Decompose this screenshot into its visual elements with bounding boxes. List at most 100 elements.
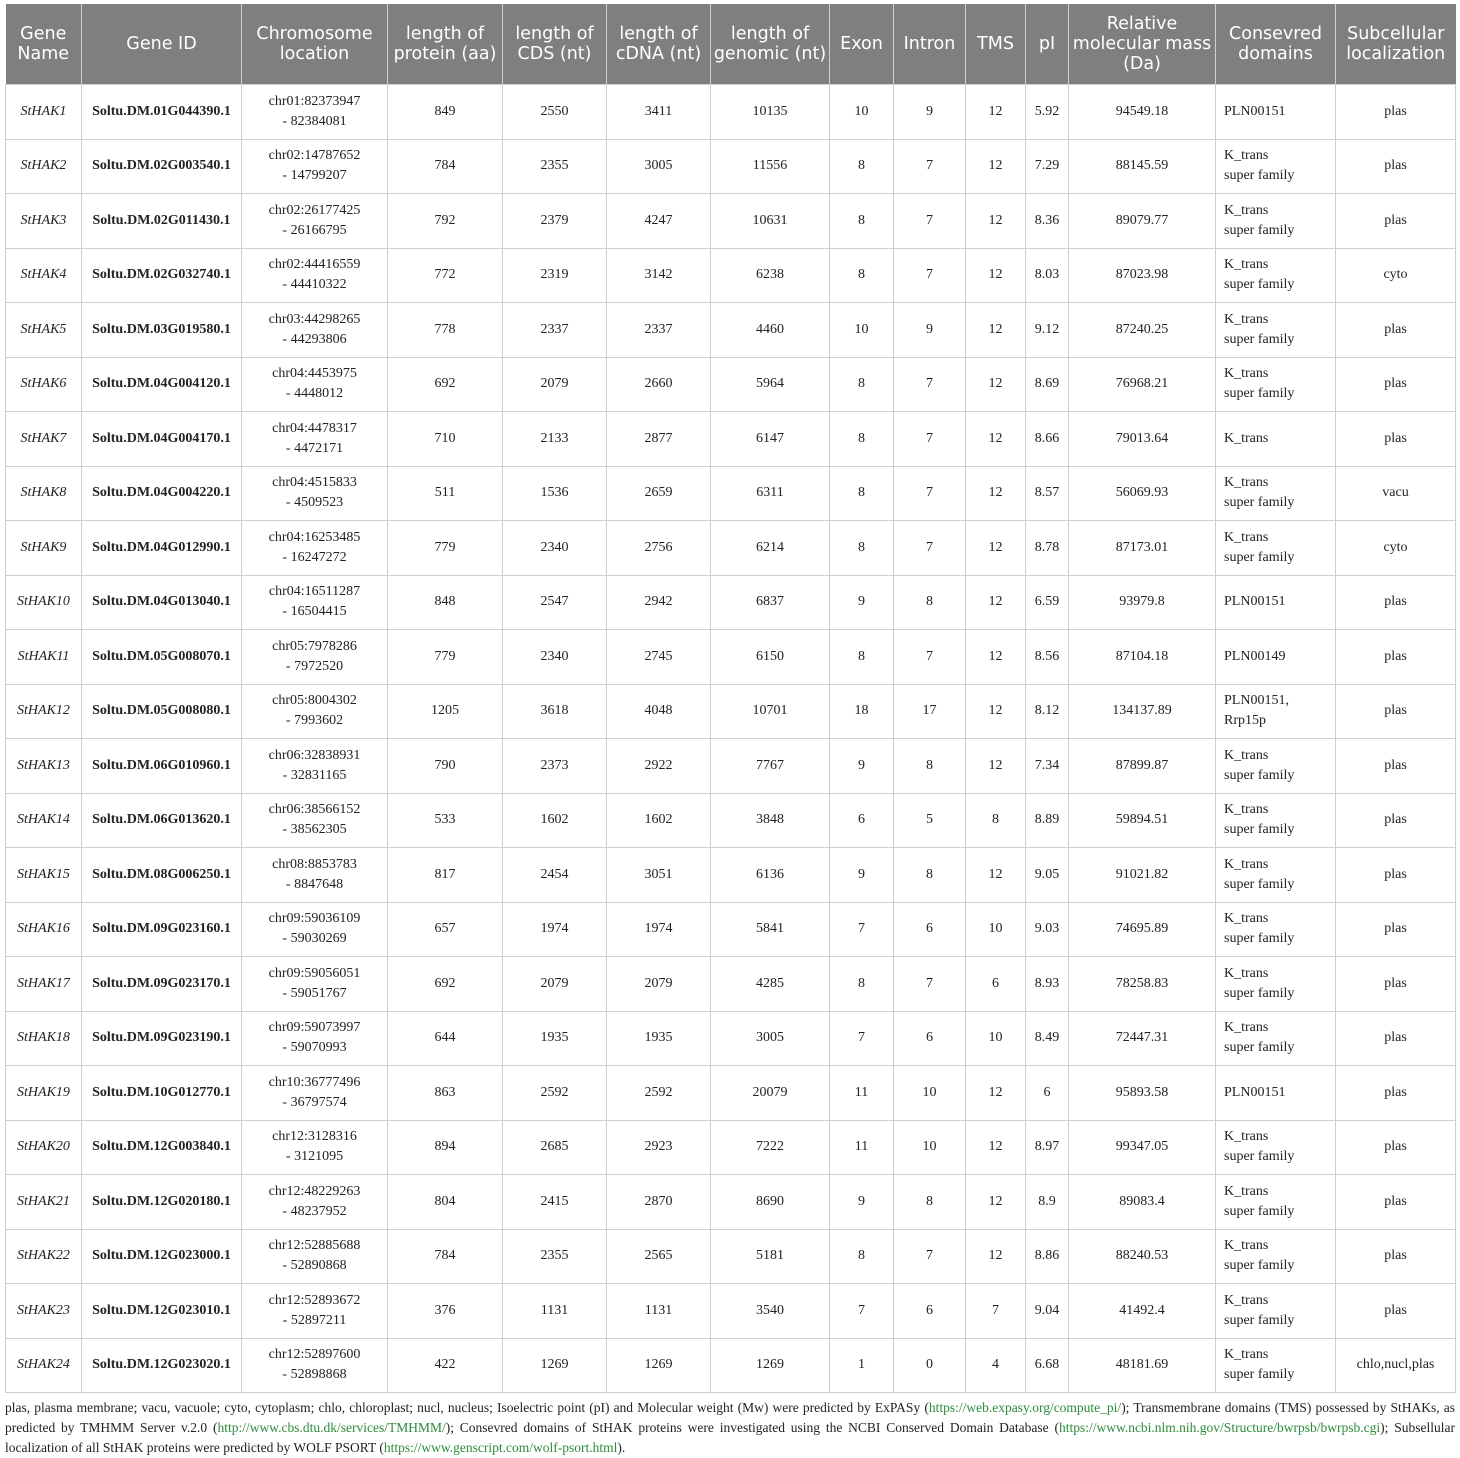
cell-gene-id: Soltu.DM.09G023190.1 bbox=[81, 1010, 242, 1066]
cell-length-protein: 511 bbox=[387, 465, 503, 521]
cell-chromosome-location-line-2: - 52898868 bbox=[282, 1367, 347, 1383]
cell-pi: 9.05 bbox=[1025, 847, 1069, 903]
cell-conserved-domains: PLN00151 bbox=[1215, 574, 1336, 630]
cell-subcellular-localization: plas bbox=[1335, 792, 1456, 848]
cell-tms: 4 bbox=[965, 1337, 1026, 1393]
cell-conserved-domains: K_trans super family bbox=[1215, 792, 1336, 848]
cell-length-cds: 1131 bbox=[502, 1283, 607, 1339]
cell-length-protein: 422 bbox=[387, 1337, 503, 1393]
cell-pi: 8.69 bbox=[1025, 356, 1069, 412]
table-footnote: plas, plasma membrane; vacu, vacuole; cy… bbox=[5, 1398, 1455, 1458]
cell-length-cdna: 1131 bbox=[606, 1283, 711, 1339]
cell-gene-id: Soltu.DM.12G023000.1 bbox=[81, 1228, 242, 1284]
table-row: StHAK15 Soltu.DM.08G006250.1 chr08:8853783… bbox=[5, 847, 1456, 903]
cell-pi: 6 bbox=[1025, 1065, 1069, 1121]
cell-length-cdna: 4048 bbox=[606, 683, 711, 739]
cell-chromosome-location-line-2: - 38562305 bbox=[282, 822, 347, 838]
cell-tms: 12 bbox=[965, 411, 1026, 467]
expasy-link[interactable]: https://web.expasy.org/compute_pi/ bbox=[929, 1400, 1121, 1415]
cell-gene-id: Soltu.DM.12G023010.1 bbox=[81, 1283, 242, 1339]
cell-subcellular-localization: plas bbox=[1335, 683, 1456, 739]
table-row: StHAK3 Soltu.DM.02G011430.1 chr02:26177425… bbox=[5, 193, 1456, 249]
cell-length-protein: 657 bbox=[387, 901, 503, 957]
cell-chromosome-location: chr10:36777496 - 36797574 bbox=[241, 1065, 388, 1121]
cell-conserved-domains-line-1: PLN00149 bbox=[1224, 648, 1286, 664]
cell-molecular-mass: 89079.77 bbox=[1068, 193, 1216, 249]
cell-conserved-domains: PLN00151 bbox=[1215, 1065, 1336, 1121]
cell-gene-name: StHAK8 bbox=[5, 465, 82, 521]
cell-conserved-domains-line-2: super family bbox=[1224, 1258, 1295, 1274]
cell-chromosome-location-line-2: - 48237952 bbox=[282, 1203, 347, 1219]
table-row: StHAK2 Soltu.DM.02G003540.1 chr02:14787652… bbox=[5, 138, 1456, 194]
cell-length-cds: 3618 bbox=[502, 683, 607, 739]
table-header-row: Gene Name Gene ID Chromosome location le… bbox=[5, 4, 1456, 85]
cell-pi: 6.68 bbox=[1025, 1337, 1069, 1393]
table-row: StHAK21 Soltu.DM.12G020180.1 chr12:4822926… bbox=[5, 1174, 1456, 1230]
cell-length-cds: 2547 bbox=[502, 574, 607, 630]
cell-molecular-mass: 87173.01 bbox=[1068, 520, 1216, 576]
cell-gene-name: StHAK18 bbox=[5, 1010, 82, 1066]
footnote-text-3: ); Consevred domains of StHAK proteins w… bbox=[445, 1420, 1059, 1435]
header-intron: Intron bbox=[893, 4, 966, 85]
cell-gene-id: Soltu.DM.04G004170.1 bbox=[81, 411, 242, 467]
cell-chromosome-location: chr04:16253485 - 16247272 bbox=[241, 520, 388, 576]
ncbi-cdd-link[interactable]: https://www.ncbi.nlm.nih.gov/Structure/b… bbox=[1059, 1420, 1380, 1435]
cell-subcellular-localization: plas bbox=[1335, 411, 1456, 467]
cell-length-cds: 2592 bbox=[502, 1065, 607, 1121]
cell-subcellular-localization: plas bbox=[1335, 1283, 1456, 1339]
cell-length-cdna: 2659 bbox=[606, 465, 711, 521]
cell-subcellular-localization: plas bbox=[1335, 1010, 1456, 1066]
cell-length-protein: 692 bbox=[387, 356, 503, 412]
cell-length-cdna: 3051 bbox=[606, 847, 711, 903]
cell-gene-id: Soltu.DM.12G020180.1 bbox=[81, 1174, 242, 1230]
cell-tms: 12 bbox=[965, 138, 1026, 194]
cell-intron: 8 bbox=[893, 574, 966, 630]
header-length-protein: length of protein (aa) bbox=[387, 4, 503, 85]
cell-conserved-domains-line-1: PLN00151 bbox=[1224, 594, 1286, 610]
cell-length-genomic: 4460 bbox=[710, 302, 830, 358]
cell-chromosome-location-line-1: chr02:26177425 bbox=[268, 202, 361, 218]
cell-length-cds: 2340 bbox=[502, 520, 607, 576]
cell-exon: 8 bbox=[829, 956, 894, 1012]
cell-chromosome-location-line-2: - 59070993 bbox=[282, 1040, 347, 1056]
cell-tms: 7 bbox=[965, 1283, 1026, 1339]
cell-molecular-mass: 91021.82 bbox=[1068, 847, 1216, 903]
cell-tms: 12 bbox=[965, 847, 1026, 903]
cell-length-cdna: 2592 bbox=[606, 1065, 711, 1121]
cell-molecular-mass: 72447.31 bbox=[1068, 1010, 1216, 1066]
tmhmm-link[interactable]: http://www.cbs.dtu.dk/services/TMHMM/ bbox=[217, 1420, 445, 1435]
header-length-cdna: length of cDNA (nt) bbox=[606, 4, 711, 85]
cell-intron: 10 bbox=[893, 1065, 966, 1121]
cell-intron: 6 bbox=[893, 901, 966, 957]
cell-length-cds: 2454 bbox=[502, 847, 607, 903]
cell-gene-name: StHAK24 bbox=[5, 1337, 82, 1393]
cell-length-cds: 1536 bbox=[502, 465, 607, 521]
cell-chromosome-location-line-1: chr02:14787652 bbox=[268, 148, 361, 164]
cell-length-cds: 2685 bbox=[502, 1119, 607, 1175]
cell-gene-name: StHAK23 bbox=[5, 1283, 82, 1339]
cell-intron: 6 bbox=[893, 1010, 966, 1066]
cell-conserved-domains-line-2: super family bbox=[1224, 168, 1295, 184]
cell-conserved-domains-line-2: super family bbox=[1224, 767, 1295, 783]
cell-tms: 12 bbox=[965, 465, 1026, 521]
wolf-psort-link[interactable]: https://www.genscript.com/wolf-psort.htm… bbox=[384, 1440, 617, 1455]
cell-length-cds: 2373 bbox=[502, 738, 607, 794]
cell-exon: 10 bbox=[829, 84, 894, 140]
cell-length-cdna: 3005 bbox=[606, 138, 711, 194]
cell-conserved-domains-line-1: K_trans bbox=[1224, 1238, 1269, 1254]
cell-conserved-domains-line-2: super family bbox=[1224, 931, 1295, 947]
cell-subcellular-localization: vacu bbox=[1335, 465, 1456, 521]
cell-molecular-mass: 88240.53 bbox=[1068, 1228, 1216, 1284]
cell-conserved-domains-line-1: K_trans bbox=[1224, 430, 1269, 446]
cell-tms: 12 bbox=[965, 520, 1026, 576]
cell-chromosome-location: chr04:4478317 - 4472171 bbox=[241, 411, 388, 467]
cell-molecular-mass: 59894.51 bbox=[1068, 792, 1216, 848]
cell-chromosome-location-line-2: - 7972520 bbox=[285, 658, 344, 674]
cell-length-cds: 2355 bbox=[502, 1228, 607, 1284]
cell-length-cds: 2340 bbox=[502, 629, 607, 685]
cell-conserved-domains-line-1: PLN00151 bbox=[1224, 103, 1286, 119]
cell-conserved-domains-line-2: super family bbox=[1224, 822, 1295, 838]
cell-length-genomic: 10135 bbox=[710, 84, 830, 140]
cell-chromosome-location-line-2: - 4472171 bbox=[285, 440, 344, 456]
cell-conserved-domains-line-1: K_trans bbox=[1224, 1129, 1269, 1145]
